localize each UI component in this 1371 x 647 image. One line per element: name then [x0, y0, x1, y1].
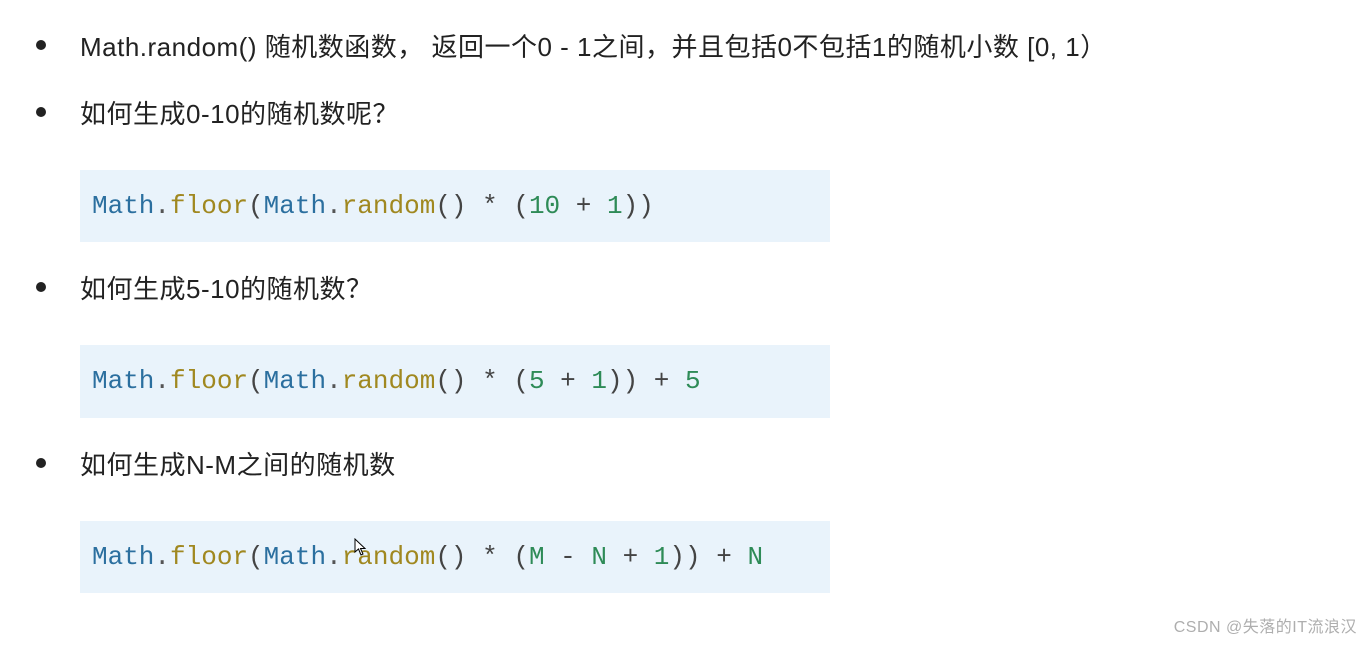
code-token: 1: [591, 366, 607, 396]
code-token: )): [623, 191, 654, 221]
code-token: +: [607, 542, 654, 572]
code-token: M: [529, 542, 545, 572]
code-token: Math: [92, 191, 154, 221]
code-token: N: [591, 542, 607, 572]
code-token: .: [326, 191, 342, 221]
code-token: +: [545, 366, 592, 396]
list-item: 如何生成5-10的随机数？Math.floor(Math.random() * …: [0, 270, 1371, 417]
code-token: .: [326, 542, 342, 572]
code-token: *: [467, 191, 514, 221]
code-token: (: [513, 542, 529, 572]
list-item: Math.random() 随机数函数， 返回一个0 - 1之间，并且包括0不包…: [0, 28, 1371, 67]
code-block: Math.floor(Math.random() * (M - N + 1)) …: [80, 521, 830, 593]
code-token: 10: [529, 191, 560, 221]
code-token: (: [513, 366, 529, 396]
code-token: (): [435, 542, 466, 572]
list-item: 如何生成0-10的随机数呢？Math.floor(Math.random() *…: [0, 95, 1371, 242]
code-token: .: [326, 366, 342, 396]
code-token: Math: [92, 366, 154, 396]
code-token: random: [342, 191, 436, 221]
code-token: )): [607, 366, 638, 396]
code-token: .: [154, 191, 170, 221]
code-token: +: [701, 542, 748, 572]
watermark-text: CSDN @失落的IT流浪汉: [1174, 613, 1357, 637]
code-token: *: [467, 366, 514, 396]
bullet-list: Math.random() 随机数函数， 返回一个0 - 1之间，并且包括0不包…: [0, 28, 1371, 593]
code-token: (: [248, 366, 264, 396]
code-token: 5: [529, 366, 545, 396]
bullet-text: 如何生成0-10的随机数呢？: [80, 95, 1371, 134]
code-token: Math: [264, 366, 326, 396]
code-token: floor: [170, 366, 248, 396]
code-token: Math: [92, 542, 154, 572]
code-token: .: [154, 366, 170, 396]
code-token: *: [467, 542, 514, 572]
code-token: (: [513, 191, 529, 221]
code-token: (): [435, 366, 466, 396]
code-token: (: [248, 191, 264, 221]
bullet-text: Math.random() 随机数函数， 返回一个0 - 1之间，并且包括0不包…: [80, 28, 1371, 67]
code-token: floor: [170, 191, 248, 221]
code-token: 1: [607, 191, 623, 221]
code-token: random: [342, 366, 436, 396]
code-token: 1: [654, 542, 670, 572]
code-token: +: [560, 191, 607, 221]
bullet-text: 如何生成N-M之间的随机数: [80, 446, 1371, 485]
code-token: +: [638, 366, 685, 396]
code-token: (): [435, 191, 466, 221]
code-token: (: [248, 542, 264, 572]
bullet-text: 如何生成5-10的随机数？: [80, 270, 1371, 309]
list-item: 如何生成N-M之间的随机数Math.floor(Math.random() * …: [0, 446, 1371, 593]
code-token: floor: [170, 542, 248, 572]
code-token: Math: [264, 542, 326, 572]
code-token: -: [545, 542, 592, 572]
code-token: 5: [685, 366, 701, 396]
code-token: )): [669, 542, 700, 572]
code-token: .: [154, 542, 170, 572]
code-block: Math.floor(Math.random() * (10 + 1)): [80, 170, 830, 242]
code-token: N: [747, 542, 763, 572]
code-token: random: [342, 542, 436, 572]
code-block: Math.floor(Math.random() * (5 + 1)) + 5: [80, 345, 830, 417]
code-token: Math: [264, 191, 326, 221]
